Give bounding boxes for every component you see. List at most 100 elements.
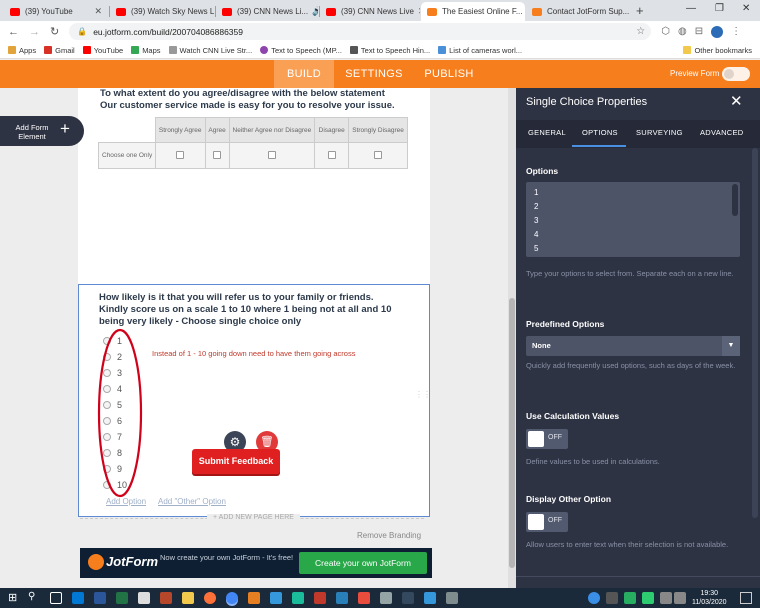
- minimize-button[interactable]: —: [686, 3, 696, 14]
- window-close-button[interactable]: ✕: [742, 3, 750, 14]
- excel-icon[interactable]: [116, 592, 128, 604]
- close-icon[interactable]: ✕: [522, 6, 525, 17]
- forward-icon[interactable]: →: [29, 26, 40, 38]
- predefined-options-hint: Quickly add frequently used options, suc…: [526, 361, 736, 370]
- bookmark-tts-hindi[interactable]: Text to Speech Hin...: [349, 46, 430, 55]
- word-icon[interactable]: [94, 592, 106, 604]
- url-field[interactable]: 🔒 eu.jotform.com/build/200704086886359 ☆: [69, 23, 652, 40]
- add-other-option-link[interactable]: Add "Other" Option: [158, 497, 226, 506]
- remove-branding-link[interactable]: Remove Branding: [357, 531, 421, 540]
- tab-publish[interactable]: PUBLISH: [420, 60, 478, 88]
- browser-tab[interactable]: (39) YouTube ✕: [4, 2, 108, 21]
- browser-tab-active[interactable]: The Easiest Online F...✕: [421, 2, 525, 21]
- bookmark-cameras[interactable]: List of cameras worl...: [438, 46, 522, 55]
- browser-tab[interactable]: (39) CNN News Live✕: [320, 2, 420, 21]
- browser-tab[interactable]: (39) Watch Sky News Li...✕: [110, 2, 214, 21]
- bookmark-maps[interactable]: Maps: [131, 46, 161, 55]
- back-icon[interactable]: ←: [8, 26, 19, 38]
- predefined-options-label: Predefined Options: [526, 319, 605, 329]
- app-icon[interactable]: [314, 592, 326, 604]
- app-icon[interactable]: [624, 592, 636, 604]
- close-icon[interactable]: ✕: [90, 6, 102, 17]
- tab-settings[interactable]: SETTINGS: [340, 60, 408, 88]
- folder-icon[interactable]: [182, 592, 194, 604]
- matrix-checkbox[interactable]: [374, 150, 383, 159]
- tab-title: (39) Watch Sky News Li...: [131, 7, 214, 16]
- speaker-icon[interactable]: 🔊: [308, 6, 318, 17]
- avatar[interactable]: [711, 25, 724, 38]
- outlook-icon[interactable]: [72, 592, 84, 604]
- tab-options[interactable]: OPTIONS: [582, 128, 618, 137]
- firefox-icon[interactable]: [204, 592, 216, 604]
- preview-toggle[interactable]: [722, 67, 750, 81]
- bookmark-cnn[interactable]: Watch CNN Live Str...: [168, 46, 252, 55]
- maximize-button[interactable]: ❐: [715, 3, 724, 14]
- app-icon[interactable]: [138, 592, 150, 604]
- app-icon[interactable]: [292, 592, 304, 604]
- extension-icon[interactable]: ◍: [678, 26, 687, 37]
- bookmark-tts[interactable]: Text to Speech (MP...: [260, 46, 342, 55]
- app-icon[interactable]: [270, 592, 282, 604]
- close-icon[interactable]: ✕: [730, 92, 743, 110]
- app-icon[interactable]: [424, 592, 436, 604]
- matrix-checkbox[interactable]: [267, 150, 276, 159]
- app-icon[interactable]: [380, 592, 392, 604]
- reload-icon[interactable]: ↻: [50, 25, 59, 38]
- app-icon[interactable]: [642, 592, 654, 604]
- submit-button[interactable]: Submit Feedback: [192, 449, 280, 474]
- tab-build[interactable]: BUILD: [274, 60, 334, 88]
- add-new-page-link[interactable]: + ADD NEW PAGE HERE: [207, 514, 300, 521]
- search-icon[interactable]: ⚲: [28, 591, 35, 602]
- bookmark-apps[interactable]: Apps: [8, 46, 36, 55]
- matrix-checkbox[interactable]: [213, 150, 222, 159]
- extension-icon[interactable]: ⊟: [695, 26, 703, 37]
- bookmark-other[interactable]: Other bookmarks: [683, 46, 752, 55]
- app-icon[interactable]: [358, 592, 370, 604]
- matrix-column-header: Strongly Agree: [154, 117, 206, 143]
- chrome-icon[interactable]: [226, 592, 238, 604]
- powerpoint-icon[interactable]: [160, 592, 172, 604]
- tab-general[interactable]: GENERAL: [528, 128, 566, 137]
- app-icon[interactable]: [336, 592, 348, 604]
- predefined-options-select[interactable]: None ▼: [526, 336, 740, 356]
- add-form-element-button[interactable]: Add Form Element +: [0, 116, 84, 146]
- tab-advanced[interactable]: ADVANCED: [700, 128, 744, 137]
- help-icon[interactable]: [588, 592, 600, 604]
- notification-icon[interactable]: [740, 592, 752, 604]
- matrix-table: Strongly Agree Agree Neither Agree nor D…: [98, 117, 408, 169]
- bookmark-gmail[interactable]: Gmail: [44, 46, 75, 55]
- star-icon[interactable]: ☆: [636, 26, 645, 37]
- browser-tab[interactable]: Contact JotForm Sup...✕: [526, 2, 630, 21]
- single-choice-field[interactable]: How likely is it that you will refer us …: [78, 284, 431, 517]
- lock-icon: 🔒: [77, 27, 88, 36]
- speaker-icon[interactable]: [674, 592, 686, 604]
- app-icon[interactable]: [446, 592, 458, 604]
- close-icon[interactable]: ✕: [414, 6, 420, 17]
- textarea-scrollbar[interactable]: [732, 184, 738, 216]
- clock[interactable]: 19:30 11/03/2020: [692, 589, 727, 607]
- matrix-checkbox[interactable]: [327, 150, 336, 159]
- address-bar-row: ← → ↻ 🔒 eu.jotform.com/build/20070408688…: [0, 21, 760, 42]
- extension-icon[interactable]: ⬡: [661, 26, 670, 37]
- bookmark-youtube[interactable]: YouTube: [82, 46, 123, 55]
- calculation-values-toggle[interactable]: OFF: [526, 429, 568, 449]
- tab-surveying[interactable]: SURVEYING: [636, 128, 683, 137]
- canvas-scrollbar[interactable]: [508, 88, 516, 588]
- matrix-checkbox[interactable]: [176, 150, 185, 159]
- network-icon[interactable]: [660, 592, 672, 604]
- menu-icon[interactable]: ⋮: [731, 26, 741, 37]
- close-icon[interactable]: ✕: [629, 6, 630, 17]
- new-tab-button[interactable]: +: [636, 3, 644, 18]
- browser-tab[interactable]: (39) CNN News Li... 🔊: [216, 2, 318, 21]
- task-view-icon[interactable]: [50, 592, 62, 604]
- other-option-toggle[interactable]: OFF: [526, 512, 568, 532]
- add-option-link[interactable]: Add Option: [106, 497, 146, 506]
- app-icon[interactable]: [402, 592, 414, 604]
- panel-scrollbar[interactable]: [752, 148, 758, 518]
- options-textarea[interactable]: 1 2 3 4 5: [526, 182, 740, 257]
- app-icon[interactable]: [606, 592, 618, 604]
- windows-start-icon[interactable]: ⊞: [8, 591, 17, 604]
- app-icon[interactable]: [248, 592, 260, 604]
- create-jotform-button[interactable]: Create your own JotForm: [299, 552, 427, 574]
- drag-handle[interactable]: ⋮⋮: [415, 391, 431, 409]
